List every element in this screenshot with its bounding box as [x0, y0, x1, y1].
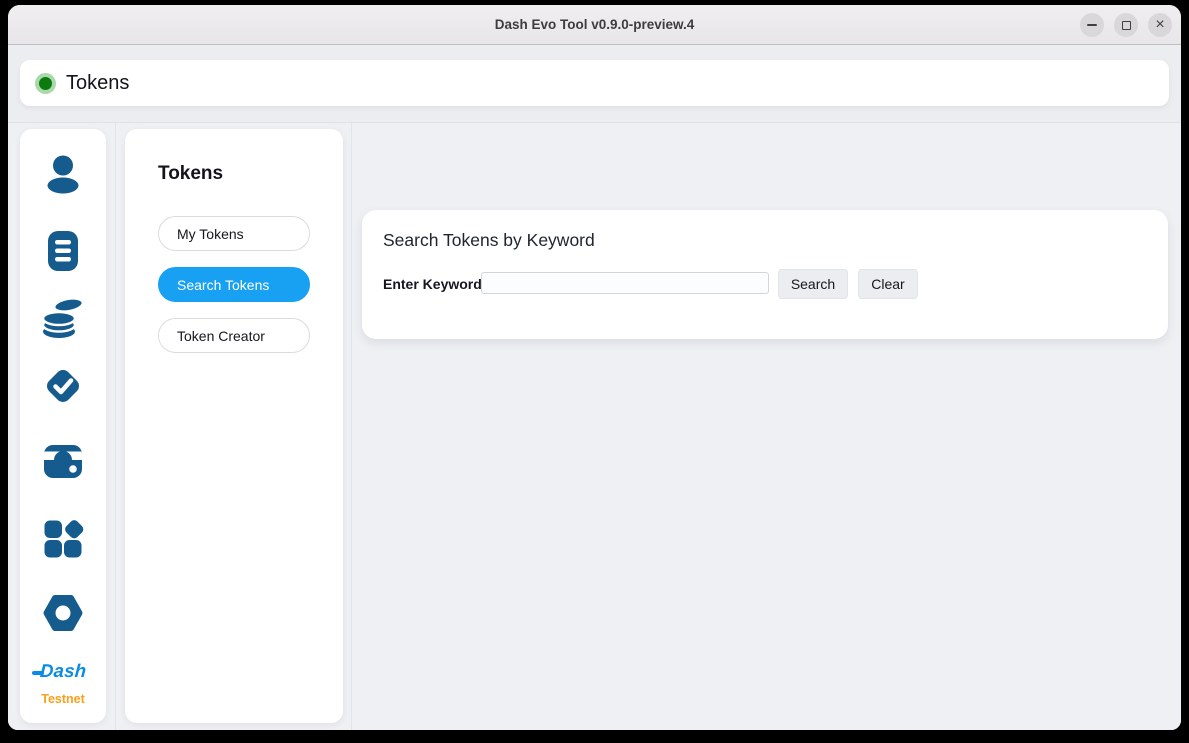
- person-icon[interactable]: [40, 152, 86, 198]
- keyword-label: Enter Keyword:: [383, 276, 486, 292]
- card-title: Search Tokens by Keyword: [383, 230, 595, 251]
- titlebar[interactable]: Dash Evo Tool v0.9.0-preview.4 ×: [8, 5, 1181, 45]
- checkmark-diamond-icon[interactable]: [40, 363, 86, 409]
- nav-item-token-creator[interactable]: Token Creator: [158, 318, 310, 353]
- minimize-button[interactable]: [1080, 13, 1104, 37]
- nav-item-my-tokens[interactable]: My Tokens: [158, 216, 310, 251]
- clear-button[interactable]: Clear: [858, 269, 918, 299]
- app-window: Dash Evo Tool v0.9.0-preview.4 × Tokens: [8, 5, 1181, 730]
- grid-icon[interactable]: [40, 516, 86, 562]
- hexagon-icon[interactable]: [40, 590, 86, 636]
- dash-logo: Dash: [20, 660, 106, 686]
- wallet-icon[interactable]: [40, 438, 86, 484]
- close-icon: ×: [1155, 17, 1164, 33]
- status-dot-icon: [35, 73, 56, 94]
- coins-icon[interactable]: [40, 295, 86, 341]
- separator-vertical-1: [115, 123, 116, 730]
- search-button[interactable]: Search: [778, 269, 848, 299]
- window-title: Dash Evo Tool v0.9.0-preview.4: [8, 5, 1181, 45]
- tokens-nav-panel: Tokens My Tokens Search Tokens Token Cre…: [125, 129, 343, 723]
- maximize-button[interactable]: [1114, 13, 1138, 37]
- screen-title: Tokens: [66, 72, 129, 95]
- icon-sidebar: Dash Testnet: [20, 129, 106, 723]
- minimize-icon: [1087, 24, 1097, 26]
- separator-vertical-2: [351, 123, 352, 730]
- screen-header-bar: Tokens: [20, 60, 1169, 106]
- dash-logo-text: Dash: [39, 660, 87, 682]
- maximize-icon: [1122, 21, 1131, 30]
- nav-item-search-tokens[interactable]: Search Tokens: [158, 267, 310, 302]
- window-controls: ×: [1080, 13, 1172, 37]
- document-icon[interactable]: [40, 228, 86, 274]
- search-tokens-card: Search Tokens by Keyword Enter Keyword: …: [362, 210, 1168, 339]
- network-label: Testnet: [20, 692, 106, 706]
- keyword-input[interactable]: [481, 272, 769, 294]
- close-button[interactable]: ×: [1148, 13, 1172, 37]
- panel-title: Tokens: [158, 163, 223, 185]
- workspace: Dash Testnet Tokens My Tokens Search Tok…: [8, 122, 1181, 730]
- app-content: Tokens: [8, 45, 1181, 730]
